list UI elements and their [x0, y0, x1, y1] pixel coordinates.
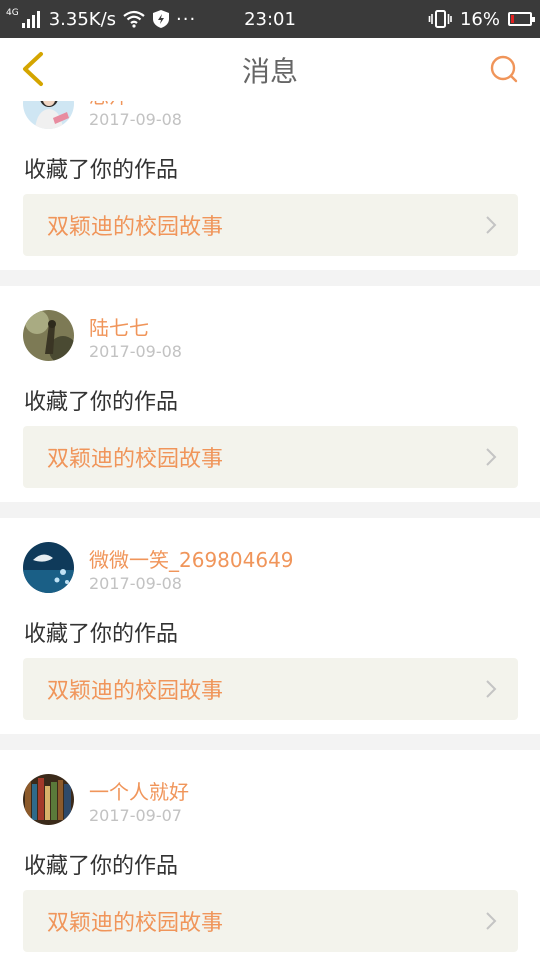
message-list-content: 思萍 2017-09-08 收藏了你的作品 双颖迪的校园故事: [0, 101, 540, 960]
username[interactable]: 思萍: [89, 101, 129, 109]
divider: [0, 502, 540, 518]
message-card: 微微一笑_269804649 2017-09-08 收藏了你的作品 双颖迪的校园…: [0, 518, 540, 734]
message-date: 2017-09-08: [89, 110, 182, 129]
page-title: 消息: [241, 54, 298, 88]
battery-icon: [508, 12, 535, 26]
divider: [0, 270, 540, 286]
status-right: 16%: [428, 0, 535, 38]
avatar[interactable]: [23, 101, 74, 129]
battery-percent: 16%: [459, 8, 500, 30]
message-card: 一个人就好 2017-09-07 收藏了你的作品 双颖迪的校园故事: [0, 750, 540, 960]
avatar-image: [23, 774, 74, 825]
chevron-right-icon: [486, 680, 497, 698]
work-link[interactable]: 双颖迪的校园故事: [23, 658, 518, 720]
work-link[interactable]: 双颖迪的校园故事: [23, 426, 518, 488]
username[interactable]: 陆七七: [89, 312, 149, 341]
work-title: 双颖迪的校园故事: [47, 679, 224, 704]
divider: [0, 734, 540, 750]
work-link[interactable]: 双颖迪的校园故事: [23, 194, 518, 256]
message-list[interactable]: 思萍 2017-09-08 收藏了你的作品 双颖迪的校园故事: [0, 101, 540, 960]
chevron-right-icon: [486, 912, 497, 930]
clock: 23:01: [244, 8, 296, 30]
avatar[interactable]: [23, 310, 74, 361]
work-title: 双颖迪的校园故事: [47, 215, 224, 240]
avatar-image: [23, 101, 74, 129]
work-title: 双颖迪的校园故事: [47, 911, 224, 936]
chevron-right-icon: [486, 448, 497, 466]
message-action: 收藏了你的作品: [24, 158, 179, 183]
avatar[interactable]: [23, 542, 74, 593]
nav-bar: 消息: [0, 38, 540, 102]
work-title: 双颖迪的校园故事: [47, 447, 224, 472]
message-card: 思萍 2017-09-08 收藏了你的作品 双颖迪的校园故事: [0, 101, 540, 270]
avatar-image: [23, 310, 74, 361]
search-button[interactable]: [488, 53, 520, 85]
battery-fill: [511, 15, 514, 23]
message-date: 2017-09-08: [89, 574, 182, 593]
avatar[interactable]: [23, 774, 74, 825]
message-action: 收藏了你的作品: [24, 622, 179, 647]
message-action: 收藏了你的作品: [24, 390, 179, 415]
status-bar: 4G 3.35K/s ··· 23:01 16%: [0, 0, 540, 38]
work-link[interactable]: 双颖迪的校园故事: [23, 890, 518, 952]
message-date: 2017-09-08: [89, 342, 182, 361]
message-action: 收藏了你的作品: [24, 854, 179, 879]
vibrate-icon: [428, 10, 452, 28]
message-date: 2017-09-07: [89, 806, 182, 825]
chevron-right-icon: [486, 216, 497, 234]
avatar-image: [23, 542, 74, 593]
username[interactable]: 一个人就好: [89, 776, 189, 805]
search-icon: [490, 55, 518, 83]
message-card: 陆七七 2017-09-08 收藏了你的作品 双颖迪的校园故事: [0, 286, 540, 502]
username[interactable]: 微微一笑_269804649: [89, 544, 294, 573]
